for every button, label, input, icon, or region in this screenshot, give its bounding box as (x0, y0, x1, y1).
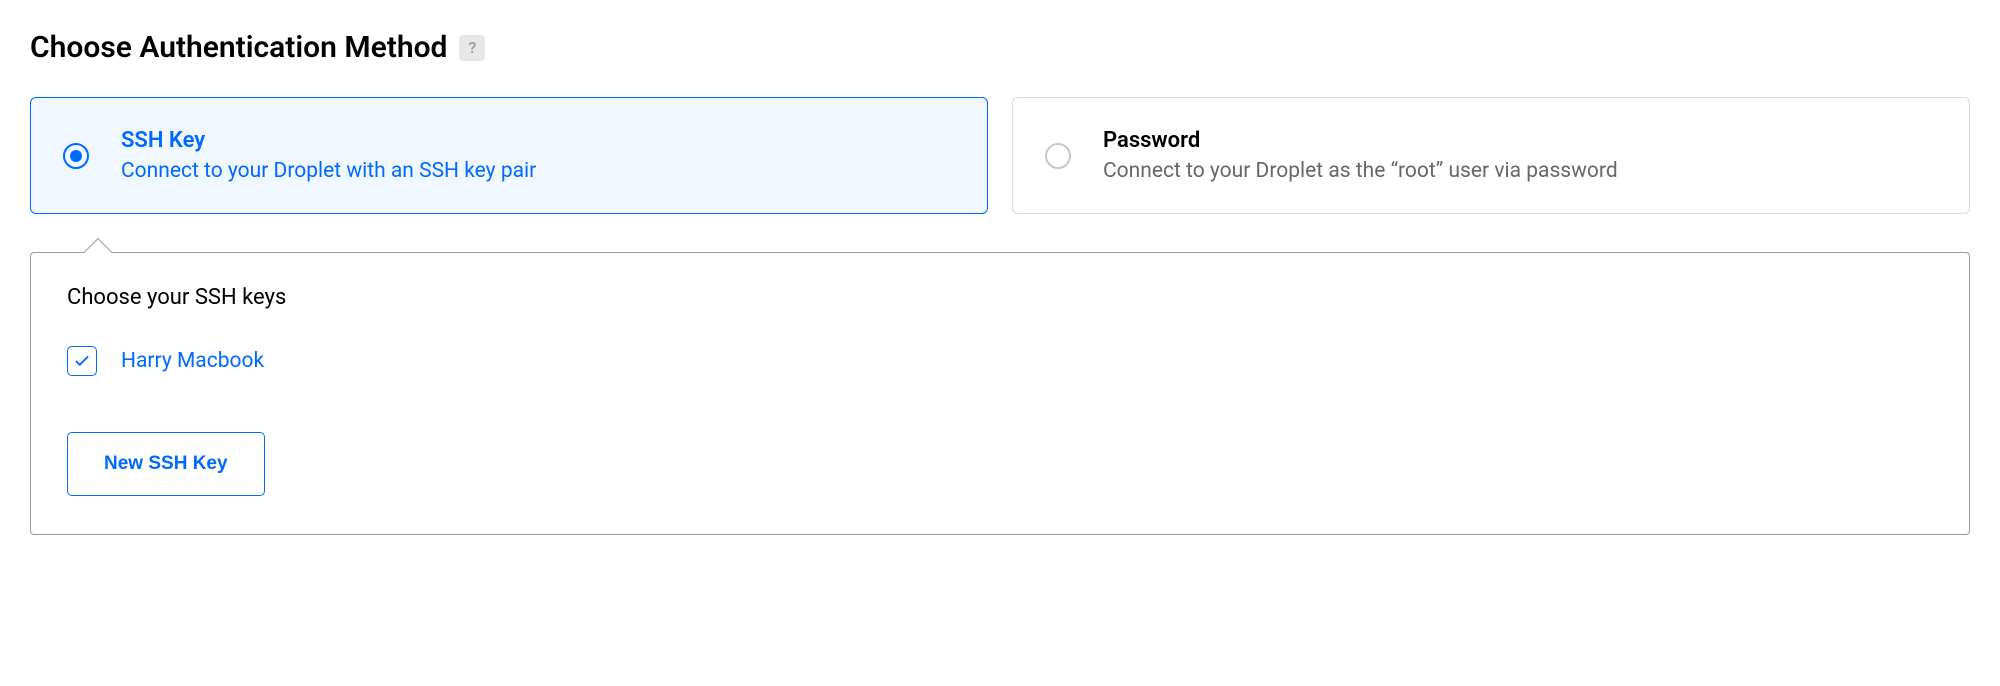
radio-icon (63, 143, 89, 169)
radio-icon (1045, 143, 1071, 169)
auth-option-title: Password (1103, 128, 1618, 153)
auth-option-ssh[interactable]: SSH Key Connect to your Droplet with an … (30, 97, 988, 214)
ssh-keys-panel: Choose your SSH keys Harry Macbook New S… (30, 252, 1970, 535)
auth-options: SSH Key Connect to your Droplet with an … (30, 97, 1970, 214)
checkbox-icon[interactable] (67, 346, 97, 376)
auth-option-title: SSH Key (121, 128, 536, 153)
auth-option-password[interactable]: Password Connect to your Droplet as the … (1012, 97, 1970, 214)
ssh-key-item[interactable]: Harry Macbook (67, 346, 1933, 376)
ssh-key-label[interactable]: Harry Macbook (121, 349, 264, 373)
section-header: Choose Authentication Method ? (30, 30, 1970, 65)
auth-option-desc: Connect to your Droplet as the “root” us… (1103, 159, 1618, 183)
auth-option-text: SSH Key Connect to your Droplet with an … (121, 128, 536, 183)
help-icon[interactable]: ? (459, 35, 485, 61)
new-ssh-key-button[interactable]: New SSH Key (67, 432, 265, 496)
auth-option-text: Password Connect to your Droplet as the … (1103, 128, 1618, 183)
ssh-panel-title: Choose your SSH keys (67, 285, 1933, 310)
auth-option-desc: Connect to your Droplet with an SSH key … (121, 159, 536, 183)
section-title: Choose Authentication Method (30, 30, 447, 65)
